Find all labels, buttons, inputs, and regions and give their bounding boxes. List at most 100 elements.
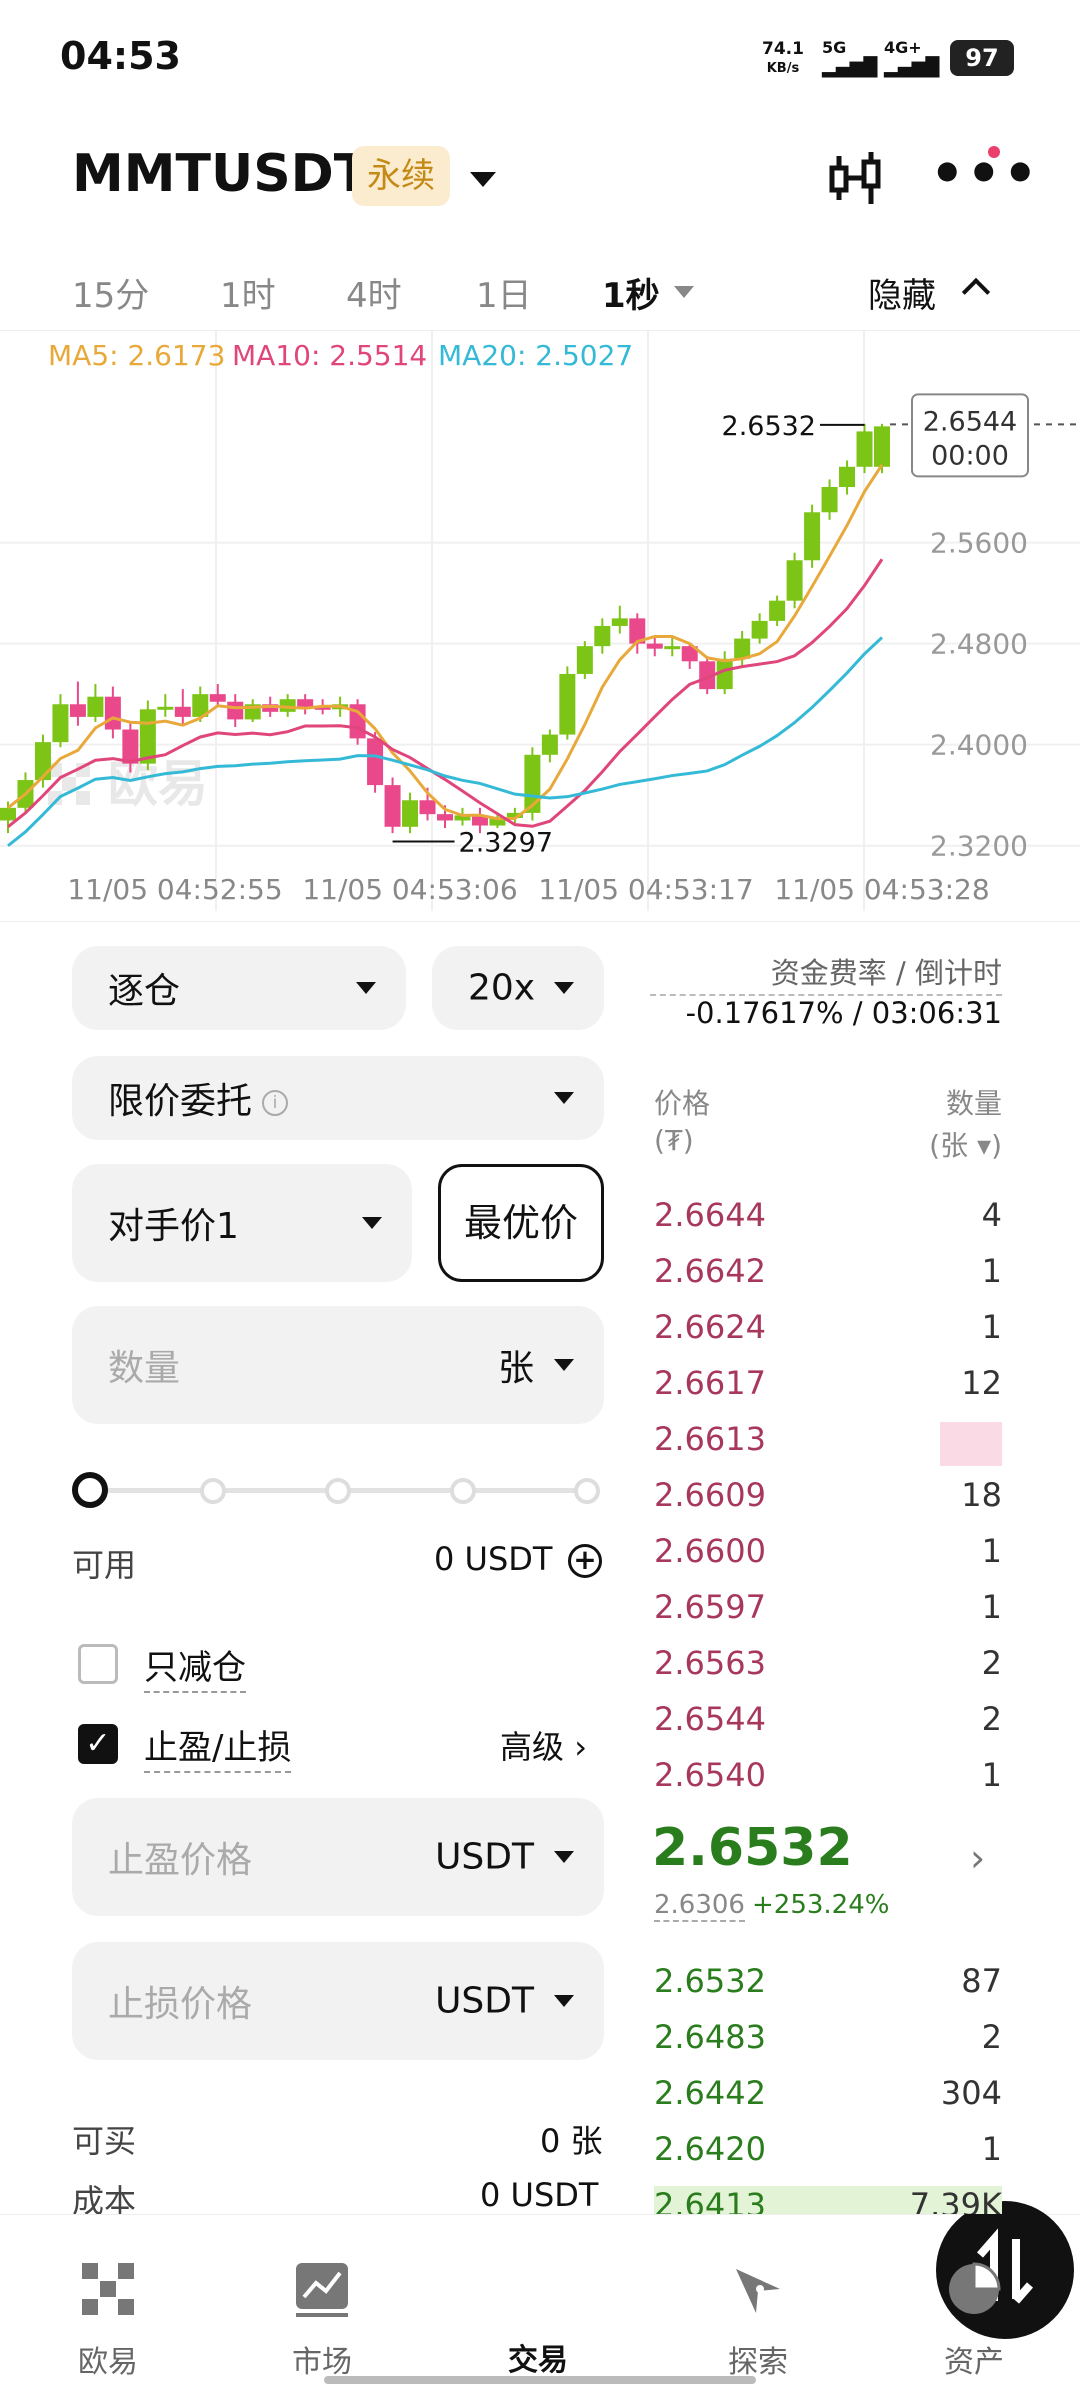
slider-knob-0[interactable] xyxy=(72,1472,108,1508)
more-icon[interactable]: ••• xyxy=(930,142,1040,205)
slider-knob-75[interactable] xyxy=(450,1478,476,1504)
x-tick-label: 11/05 04:53:17 xyxy=(538,873,753,906)
qty-unit-select[interactable]: (张 ▾) xyxy=(880,1124,1002,1164)
order-type-select[interactable]: 限价委托 i xyxy=(72,1056,604,1140)
bid-price[interactable]: 2.6483 xyxy=(654,2018,766,2056)
ask-price[interactable]: 2.6613 xyxy=(654,1420,766,1458)
tpsl-label[interactable]: 止盈/止损 xyxy=(144,1720,292,1773)
best-price-button[interactable]: 最优价 xyxy=(438,1164,604,1282)
ask-price[interactable]: 2.6609 xyxy=(654,1476,766,1514)
tab-1d[interactable]: 1日 xyxy=(476,268,532,317)
quantity-input[interactable]: 数量 张 xyxy=(72,1306,604,1424)
ask-price[interactable]: 2.6642 xyxy=(654,1252,766,1290)
reduce-only-checkbox[interactable] xyxy=(78,1644,118,1684)
okx-logo-icon xyxy=(78,2259,138,2319)
leverage-select[interactable]: 20x xyxy=(432,946,604,1030)
status-bar: 04:53 74.1 KB/s 5G ▂▄▆█ 4G+ ▂▄▆█ 97 xyxy=(0,0,1080,110)
nav-market[interactable]: 市场 xyxy=(252,2215,392,2381)
ask-price[interactable]: 2.6644 xyxy=(654,1196,766,1234)
nav-explore[interactable]: 探索 xyxy=(688,2215,828,2381)
interval-dropdown-icon[interactable] xyxy=(674,286,694,298)
ask-price[interactable]: 2.6624 xyxy=(654,1308,766,1346)
reduce-only-label[interactable]: 只减仓 xyxy=(144,1640,246,1693)
transfer-plus-icon[interactable]: + xyxy=(568,1544,602,1578)
ask-qty: 1 xyxy=(981,1532,1002,1570)
ask-price[interactable]: 2.6544 xyxy=(654,1700,766,1738)
ask-price[interactable]: 2.6563 xyxy=(654,1644,766,1682)
bid-qty: 1 xyxy=(981,2130,1002,2168)
can-buy-value: 0 张 xyxy=(540,2122,603,2160)
chevron-down-icon[interactable] xyxy=(554,1995,574,2007)
candle-up xyxy=(594,625,611,647)
order-type-value: 限价委托 i xyxy=(108,1072,289,1124)
ask-qty: 4 xyxy=(981,1196,1002,1234)
chevron-down-icon[interactable] xyxy=(554,1359,574,1371)
slider-knob-100[interactable] xyxy=(574,1478,600,1504)
tpsl-checkbox[interactable]: ✓ xyxy=(78,1724,118,1764)
x-tick-label: 11/05 04:53:28 xyxy=(774,873,989,906)
candlestick-chart[interactable]: 2.5600 2.4800 2.4000 2.3200 11/05 04:52:55 11… xyxy=(0,331,1080,923)
margin-mode-select[interactable]: 逐仓 xyxy=(72,946,406,1030)
candle-up xyxy=(821,487,838,513)
quantity-unit[interactable]: 张 xyxy=(498,1339,534,1391)
tab-4h[interactable]: 4时 xyxy=(346,268,402,317)
x-tick-label: 11/05 04:52:55 xyxy=(67,873,282,906)
chevron-right-icon[interactable]: › xyxy=(970,1836,985,1880)
chevron-down-icon[interactable] xyxy=(554,1851,574,1863)
info-icon[interactable]: i xyxy=(262,1090,289,1116)
low-price-label: 2.3297 xyxy=(459,827,553,858)
cost-value: 0 USDT xyxy=(480,2176,599,2214)
last-price: 2.6532 xyxy=(652,1818,853,1878)
candle-up xyxy=(804,512,821,561)
advanced-link[interactable]: 高级 › xyxy=(500,1722,587,1768)
take-profit-input[interactable]: 止盈价格 USDT xyxy=(72,1798,604,1916)
sl-unit[interactable]: USDT xyxy=(435,1981,534,2022)
margin-mode-value: 逐仓 xyxy=(108,971,181,1012)
ask-price[interactable]: 2.6540 xyxy=(654,1756,766,1794)
bid-price[interactable]: 2.6420 xyxy=(654,2130,766,2168)
bid-qty: 2 xyxy=(981,2018,1002,2056)
nav-trade[interactable]: 交易 xyxy=(468,2201,1074,2379)
candle-up xyxy=(541,734,558,755)
sl-placeholder: 止损价格 xyxy=(108,1984,253,2025)
bid-price[interactable]: 2.6442 xyxy=(654,2074,766,2112)
pair-dropdown-icon[interactable] xyxy=(470,172,496,187)
tab-15m[interactable]: 15分 xyxy=(72,268,149,317)
candle-down xyxy=(367,738,384,786)
tp-placeholder: 止盈价格 xyxy=(108,1840,253,1881)
stop-loss-input[interactable]: 止损价格 USDT xyxy=(72,1942,604,2060)
price-chart[interactable]: 2.5600 2.4800 2.4000 2.3200 11/05 04:52:55 11… xyxy=(0,330,1080,922)
nav-okx[interactable]: 欧易 xyxy=(38,2215,178,2381)
market-chart-icon xyxy=(292,2259,352,2319)
tab-1h[interactable]: 1时 xyxy=(220,268,276,317)
bid-price[interactable]: 2.6532 xyxy=(654,1962,766,2000)
funding-rate-value: -0.17617% / 03:06:31 xyxy=(685,996,1002,1030)
ask-price[interactable]: 2.6600 xyxy=(654,1532,766,1570)
hide-chart-button[interactable]: 隐藏 xyxy=(868,268,936,317)
tp-unit[interactable]: USDT xyxy=(435,1837,534,1878)
tab-1s[interactable]: 1秒 xyxy=(602,268,660,317)
x-tick-label: 11/05 04:53:06 xyxy=(302,873,517,906)
chevron-down-icon xyxy=(356,982,376,994)
candle-down xyxy=(646,643,663,649)
nav-assets[interactable]: 资产 xyxy=(904,2215,1044,2381)
candle-down xyxy=(419,800,436,815)
bid-price[interactable]: 2.6413 xyxy=(654,2186,766,2214)
candle-up xyxy=(402,800,419,827)
ask-price[interactable]: 2.6597 xyxy=(654,1588,766,1626)
ask-qty: 2 xyxy=(981,1644,1002,1682)
candlestick-icon[interactable] xyxy=(826,148,886,208)
quantity-slider[interactable] xyxy=(72,1470,602,1510)
ask-depth-bar xyxy=(940,1422,1002,1466)
price-type-select[interactable]: 对手价1 xyxy=(72,1164,412,1282)
candle-down xyxy=(297,699,314,707)
slider-knob-25[interactable] xyxy=(200,1478,226,1504)
slider-knob-50[interactable] xyxy=(325,1478,351,1504)
bid-depth-bar-full: 2.6413 7.39K xyxy=(654,2186,1002,2214)
candle-up xyxy=(576,646,593,674)
chevron-up-icon[interactable] xyxy=(961,277,991,307)
pair-title[interactable]: MMTUSDT xyxy=(72,144,369,204)
ask-price[interactable]: 2.6617 xyxy=(654,1364,766,1402)
funding-rate-label[interactable]: 资金费率 / 倒计时 xyxy=(650,950,1002,996)
change-percent: +253.24% xyxy=(752,1890,890,1920)
